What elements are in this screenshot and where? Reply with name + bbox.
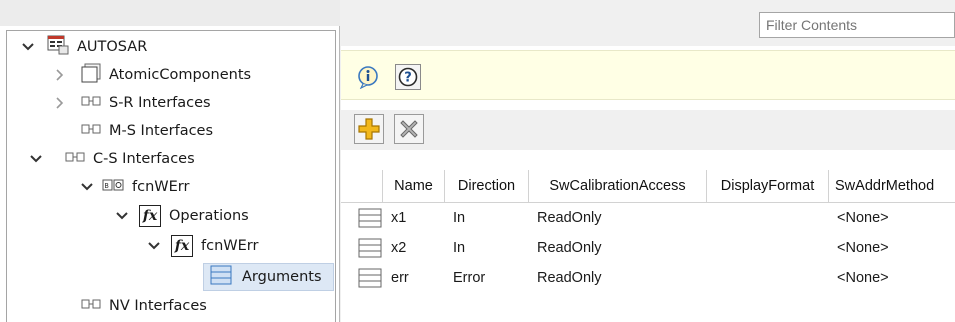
add-icon	[358, 118, 380, 140]
chevron-right-icon[interactable]	[53, 68, 67, 82]
tree-item-autosar[interactable]: AUTOSAR	[21, 34, 147, 60]
column-header-swcalibrationaccess[interactable]: SwCalibrationAccess	[529, 170, 707, 202]
tree-item-cs-interfaces[interactable]: C-S Interfaces	[29, 146, 195, 172]
cs-interface-icon: B	[102, 179, 124, 195]
table-row[interactable]: err Error ReadOnly <None>	[341, 263, 955, 293]
toolbar	[341, 110, 955, 150]
tree-item-label: NV Interfaces	[109, 298, 207, 314]
list-icon	[210, 265, 232, 289]
tree-item-label: C-S Interfaces	[93, 151, 195, 167]
tree-pane: AUTOSAR AtomicComponents S-R Interfaces …	[0, 0, 340, 322]
cell-swaddrmethod: <None>	[837, 210, 889, 226]
help-button[interactable]: ?	[395, 64, 421, 90]
tree-item-label: S-R Interfaces	[109, 95, 211, 111]
interface-icon	[81, 123, 101, 139]
chevron-right-icon[interactable]	[53, 96, 67, 110]
row-icon-column-header	[351, 170, 383, 202]
cell-swcalibrationaccess: ReadOnly	[537, 210, 602, 226]
argument-row-icon	[358, 268, 382, 288]
cell-swaddrmethod: <None>	[837, 240, 889, 256]
chevron-down-icon[interactable]	[147, 239, 161, 253]
table-row[interactable]: x1 In ReadOnly <None>	[341, 203, 955, 233]
argument-row-icon	[358, 208, 382, 228]
svg-text:B: B	[105, 182, 109, 190]
chevron-down-icon[interactable]	[80, 180, 94, 194]
interface-icon	[81, 298, 101, 314]
cell-swcalibrationaccess: ReadOnly	[537, 270, 602, 286]
interface-icon	[81, 95, 101, 111]
argument-row-icon	[358, 238, 382, 258]
help-icon: ?	[398, 67, 418, 87]
cell-name: x2	[391, 240, 407, 256]
fx-icon: fx	[139, 205, 161, 227]
tree-item-fcnwerr-interface[interactable]: B fcnWErr	[80, 174, 189, 200]
tree-item-label: M-S Interfaces	[109, 123, 214, 139]
tree-item-label: fcnWErr	[132, 179, 190, 195]
cell-swaddrmethod: <None>	[837, 270, 889, 286]
delete-button[interactable]	[394, 114, 424, 144]
chevron-down-icon[interactable]	[29, 152, 43, 166]
filter-input[interactable]	[759, 12, 955, 38]
cell-direction: In	[453, 240, 466, 256]
component-icon	[81, 63, 101, 87]
column-header-name[interactable]: Name	[383, 170, 445, 202]
tree-item-ms-interfaces[interactable]: M-S Interfaces	[81, 118, 213, 144]
tree-item-arguments[interactable]: Arguments	[203, 263, 334, 291]
chevron-down-icon[interactable]	[21, 40, 35, 54]
tree-item-label: fcnWErr	[201, 238, 259, 254]
fx-icon: fx	[171, 235, 193, 257]
cell-name: x1	[391, 210, 407, 226]
tree-item-fcnwerr-operation[interactable]: fx fcnWErr	[147, 233, 258, 259]
tree-item-nv-interfaces[interactable]: NV Interfaces	[81, 293, 207, 319]
tree-view: AUTOSAR AtomicComponents S-R Interfaces …	[6, 30, 336, 322]
tree-item-label: Operations	[169, 208, 249, 224]
content-header	[341, 0, 955, 46]
cell-name: err	[391, 270, 409, 286]
tree-item-sr-interfaces[interactable]: S-R Interfaces	[53, 90, 211, 116]
tree-item-label: AUTOSAR	[77, 39, 148, 55]
column-header-displayformat[interactable]: DisplayFormat	[707, 170, 829, 202]
autosar-root-icon	[47, 35, 69, 59]
chevron-down-icon[interactable]	[115, 209, 129, 223]
svg-text:?: ?	[404, 71, 412, 86]
add-button[interactable]	[354, 114, 384, 144]
tree-header	[0, 0, 340, 26]
tree-item-atomic-components[interactable]: AtomicComponents	[53, 62, 251, 88]
info-bar: ?	[341, 50, 955, 100]
column-header-direction[interactable]: Direction	[445, 170, 529, 202]
arguments-table: Name Direction SwCalibrationAccess Displ…	[341, 150, 955, 322]
tree-item-label: Arguments	[242, 269, 322, 285]
tree-item-operations[interactable]: fx Operations	[115, 203, 249, 229]
tree-item-label: AtomicComponents	[109, 67, 252, 83]
cell-direction: Error	[453, 270, 486, 286]
content-pane: ? Name Direction SwCalibrationAccess D	[341, 0, 955, 322]
cell-direction: In	[453, 210, 466, 226]
delete-icon	[398, 118, 420, 140]
interface-icon	[65, 151, 85, 167]
column-header-swaddrmethod[interactable]: SwAddrMethod	[829, 170, 955, 202]
table-row[interactable]: x2 In ReadOnly <None>	[341, 233, 955, 263]
cell-swcalibrationaccess: ReadOnly	[537, 240, 602, 256]
info-icon[interactable]	[355, 64, 381, 90]
